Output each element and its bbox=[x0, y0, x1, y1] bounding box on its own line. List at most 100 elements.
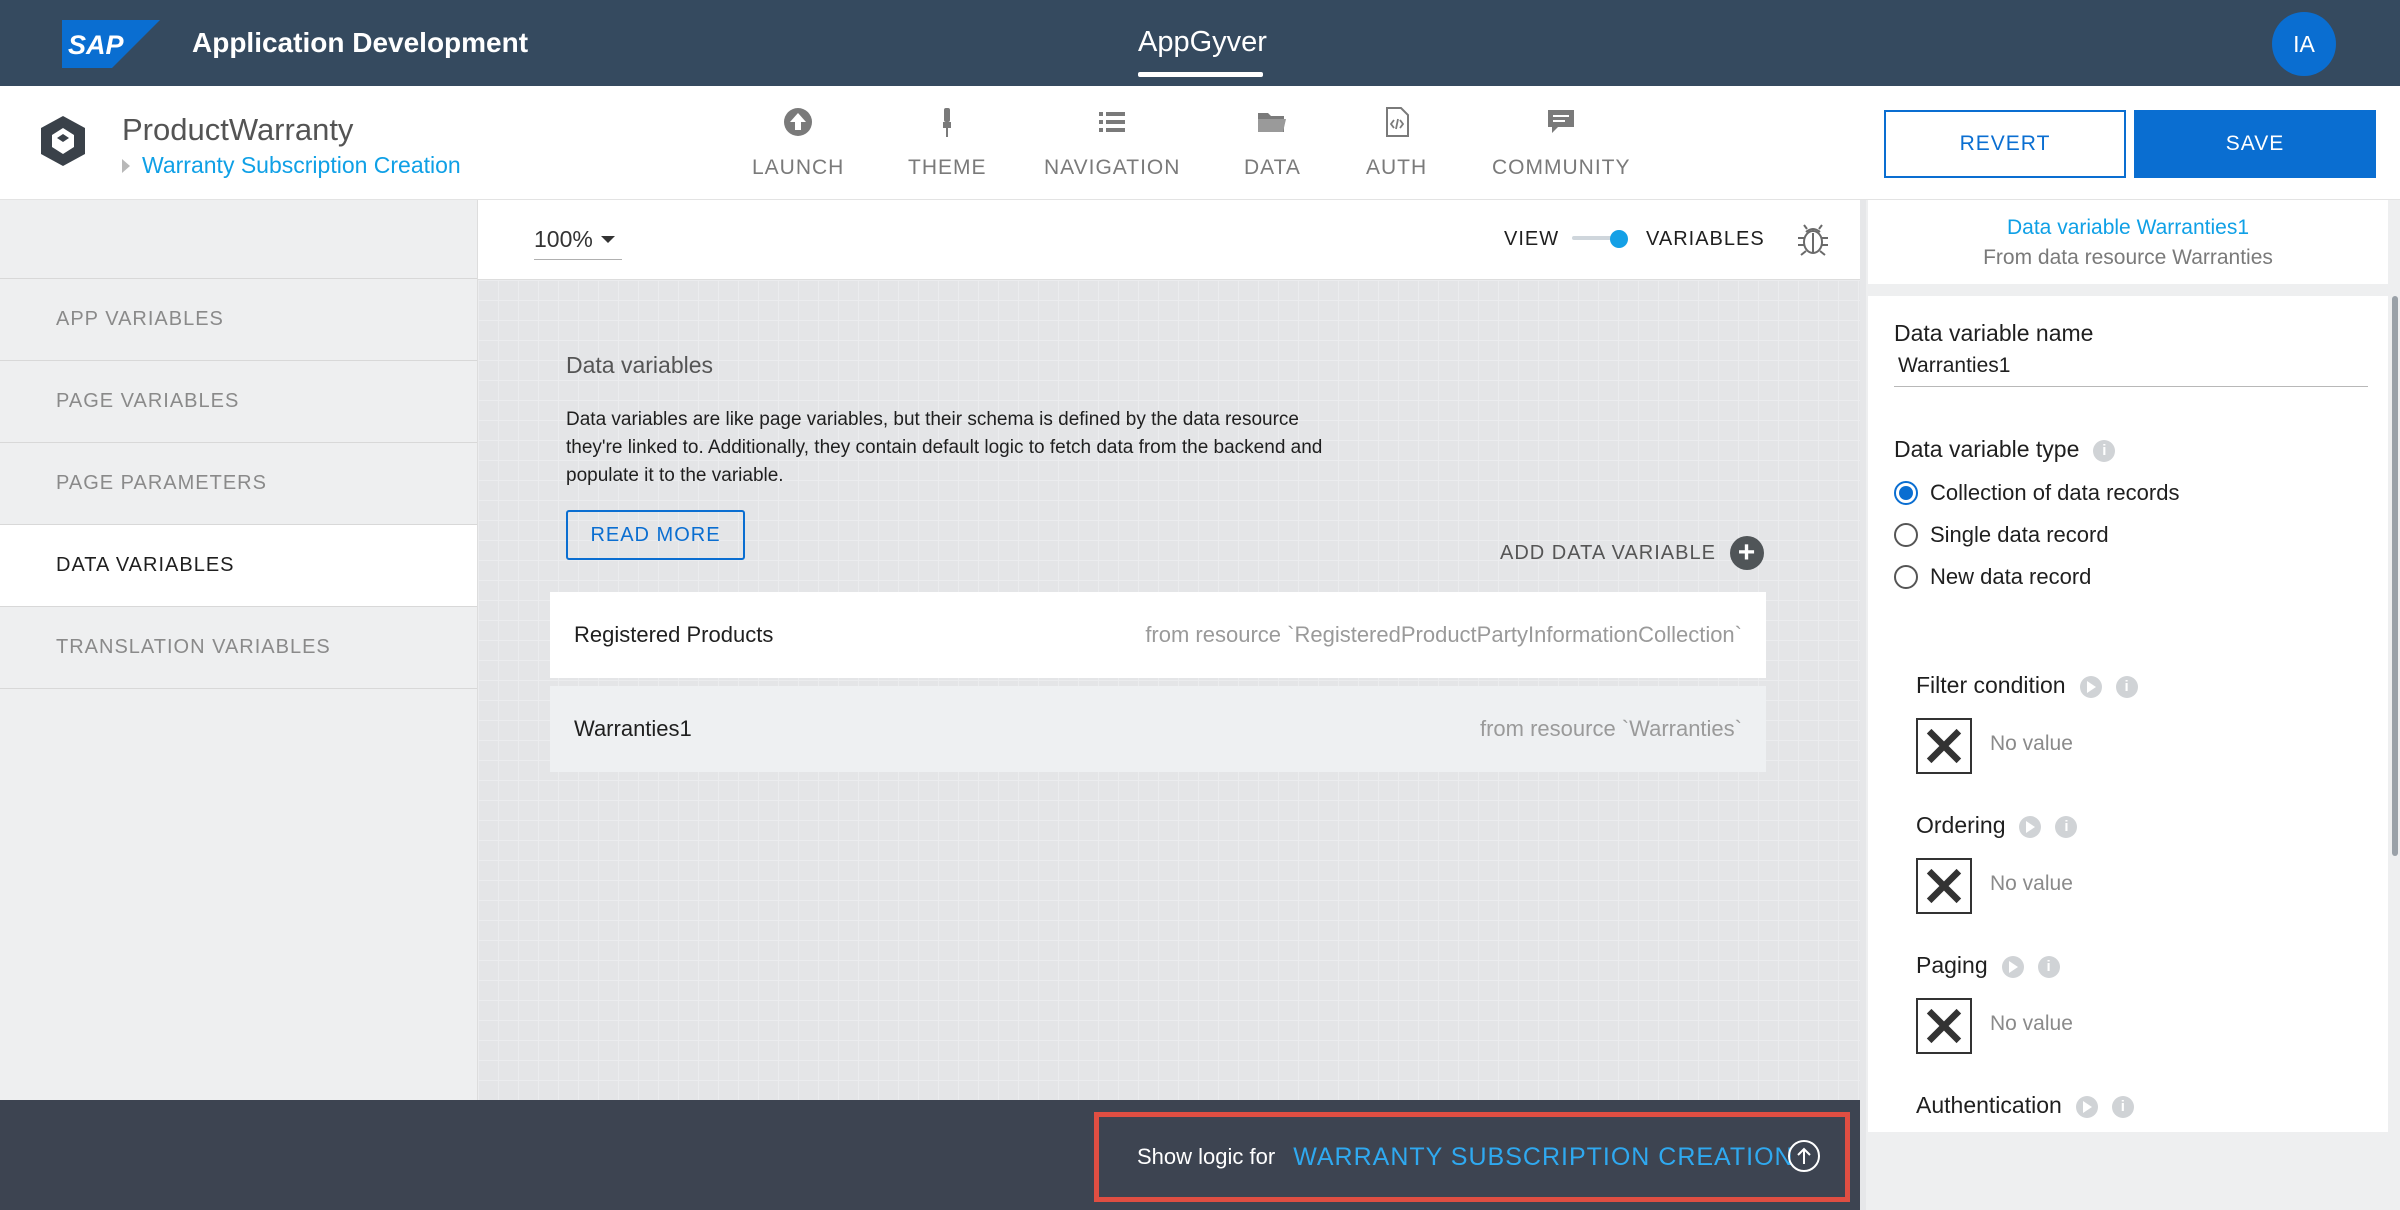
caret-right-icon bbox=[122, 158, 130, 173]
name-label: Data variable name bbox=[1894, 320, 2094, 346]
chevron-down-icon bbox=[600, 236, 615, 243]
nav-theme-label: THEME bbox=[908, 156, 987, 179]
sidebar-item-page-parameters[interactable]: PAGE PARAMETERS bbox=[0, 443, 477, 525]
nav-data[interactable]: DATA bbox=[1244, 106, 1301, 180]
clear-value-icon[interactable] bbox=[1916, 858, 1972, 914]
nav-navigation[interactable]: NAVIGATION bbox=[1044, 106, 1180, 180]
radio-label: Single data record bbox=[1930, 522, 2109, 547]
nav-launch[interactable]: LAUNCH bbox=[752, 106, 844, 180]
brush-icon bbox=[943, 108, 952, 137]
svg-text:SAP: SAP bbox=[68, 30, 125, 60]
sidebar-item-translation-variables[interactable]: TRANSLATION VARIABLES bbox=[0, 607, 477, 689]
filter-label-group: Filter condition i bbox=[1916, 672, 2138, 699]
panel-subtitle: From data resource Warranties bbox=[1983, 246, 2273, 269]
nav-data-label: DATA bbox=[1244, 156, 1301, 179]
nav-theme[interactable]: THEME bbox=[908, 106, 987, 180]
paging-no-value: No value bbox=[1990, 1012, 2073, 1035]
nav-auth-label: AUTH bbox=[1366, 156, 1428, 179]
properties-panel: Data variable Warranties1 From data reso… bbox=[1866, 200, 2400, 1210]
nav-community[interactable]: COMMUNITY bbox=[1492, 106, 1631, 180]
toggle-knob bbox=[1610, 230, 1628, 248]
radio-single[interactable]: Single data record bbox=[1894, 522, 2109, 548]
sidebar-item-app-variables[interactable]: APP VARIABLES bbox=[0, 279, 477, 361]
shell-bar: SAP Application Development AppGyver IA bbox=[0, 0, 2400, 86]
ordering-no-value: No value bbox=[1990, 872, 2073, 895]
nav-auth[interactable]: AUTH bbox=[1366, 106, 1427, 180]
radio-unselected-icon bbox=[1894, 523, 1918, 547]
panel-scrollbar[interactable] bbox=[2392, 296, 2398, 856]
filter-label: Filter condition bbox=[1916, 672, 2066, 698]
panel-body: Data variable name Warranties1 Data vari… bbox=[1868, 296, 2388, 1132]
info-icon[interactable]: i bbox=[2055, 815, 2078, 838]
binding-arrow-icon[interactable] bbox=[2019, 815, 2042, 838]
auth-label-group: Authentication i bbox=[1916, 1092, 2134, 1119]
paging-label-group: Paging i bbox=[1916, 952, 2060, 979]
radio-unselected-icon bbox=[1894, 565, 1918, 589]
add-data-variable-button[interactable]: ADD DATA VARIABLE + bbox=[1500, 536, 1764, 570]
folder-icon bbox=[1258, 113, 1287, 132]
data-variable-row[interactable]: Registered Products from resource `Regis… bbox=[550, 592, 1766, 678]
page-selector[interactable]: Warranty Subscription Creation bbox=[122, 152, 461, 179]
ordering-label: Ordering bbox=[1916, 812, 2006, 838]
variables-sidebar: APP VARIABLES PAGE VARIABLES PAGE PARAME… bbox=[0, 200, 478, 1100]
radio-label: Collection of data records bbox=[1930, 480, 2180, 505]
data-variables-heading: Data variables bbox=[566, 352, 714, 378]
appgyver-tab[interactable]: AppGyver bbox=[1138, 26, 1267, 59]
zoom-value: 100% bbox=[534, 226, 593, 252]
app-header: ProductWarranty Warranty Subscription Cr… bbox=[0, 86, 2400, 200]
data-variable-row[interactable]: Warranties1 from resource `Warranties` bbox=[550, 686, 1766, 772]
upload-circle-icon bbox=[784, 108, 813, 136]
info-icon[interactable]: i bbox=[2111, 1095, 2134, 1118]
arrow-up-circle-icon bbox=[1788, 1140, 1820, 1172]
variables-label[interactable]: VARIABLES bbox=[1646, 228, 1765, 251]
panel-title: Data variable Warranties1 bbox=[2007, 216, 2249, 239]
revert-button[interactable]: REVERT bbox=[1884, 110, 2126, 178]
debug-bug-icon[interactable] bbox=[1794, 220, 1832, 258]
data-variable-resource: from resource `RegisteredProductPartyInf… bbox=[1145, 622, 1742, 647]
plus-icon: + bbox=[1729, 536, 1764, 570]
filter-no-value: No value bbox=[1990, 732, 2073, 755]
paging-label: Paging bbox=[1916, 952, 1988, 978]
ordering-label-group: Ordering i bbox=[1916, 812, 2078, 839]
read-more-button[interactable]: READ MORE bbox=[566, 510, 745, 560]
logic-page-name: WARRANTY SUBSCRIPTION CREATION bbox=[1293, 1142, 1794, 1171]
binding-arrow-icon[interactable] bbox=[2079, 675, 2102, 698]
sidebar-spacer bbox=[0, 200, 477, 279]
info-icon[interactable]: i bbox=[2093, 439, 2116, 462]
type-label-group: Data variable type i bbox=[1894, 436, 2116, 463]
nav-navigation-label: NAVIGATION bbox=[1044, 156, 1181, 179]
name-input[interactable]: Warranties1 bbox=[1894, 354, 2368, 387]
logic-bar: Show logic for WARRANTY SUBSCRIPTION CRE… bbox=[0, 1100, 1860, 1210]
data-variable-resource: from resource `Warranties` bbox=[1479, 716, 1742, 741]
radio-selected-icon bbox=[1894, 481, 1918, 505]
nav-launch-label: LAUNCH bbox=[752, 156, 845, 179]
radio-label: New data record bbox=[1930, 564, 2092, 589]
info-icon[interactable]: i bbox=[2115, 675, 2138, 698]
app-name: ProductWarranty bbox=[122, 112, 354, 147]
zoom-select[interactable]: 100% bbox=[534, 226, 622, 260]
active-tab-underline bbox=[1138, 72, 1263, 77]
data-variable-name: Warranties1 bbox=[574, 716, 692, 741]
radio-new[interactable]: New data record bbox=[1894, 564, 2091, 590]
show-logic-button[interactable]: Show logic for WARRANTY SUBSCRIPTION CRE… bbox=[1094, 1112, 1850, 1202]
appgyver-logo[interactable] bbox=[36, 114, 90, 168]
sidebar-item-page-variables[interactable]: PAGE VARIABLES bbox=[0, 361, 477, 443]
variables-canvas: Data variables Data variables are like p… bbox=[478, 280, 1860, 1100]
save-button[interactable]: SAVE bbox=[2134, 110, 2376, 178]
data-variable-name: Registered Products bbox=[574, 622, 774, 647]
clear-value-icon[interactable] bbox=[1916, 718, 1972, 774]
clear-value-icon[interactable] bbox=[1916, 998, 1972, 1054]
page-name: Warranty Subscription Creation bbox=[142, 152, 461, 178]
add-data-variable-label: ADD DATA VARIABLE bbox=[1500, 541, 1716, 564]
user-avatar[interactable]: IA bbox=[2272, 12, 2336, 76]
view-variables-toggle[interactable] bbox=[1572, 230, 1632, 248]
binding-arrow-icon[interactable] bbox=[2075, 1095, 2098, 1118]
sidebar-item-data-variables[interactable]: DATA VARIABLES bbox=[0, 525, 477, 607]
view-label[interactable]: VIEW bbox=[1504, 228, 1559, 251]
code-file-icon bbox=[1385, 107, 1409, 137]
type-label: Data variable type bbox=[1894, 436, 2080, 462]
info-icon[interactable]: i bbox=[2037, 955, 2060, 978]
binding-arrow-icon[interactable] bbox=[2001, 955, 2024, 978]
radio-collection[interactable]: Collection of data records bbox=[1894, 480, 2179, 506]
canvas-toolbar: 100% VIEW VARIABLES bbox=[478, 200, 1860, 280]
